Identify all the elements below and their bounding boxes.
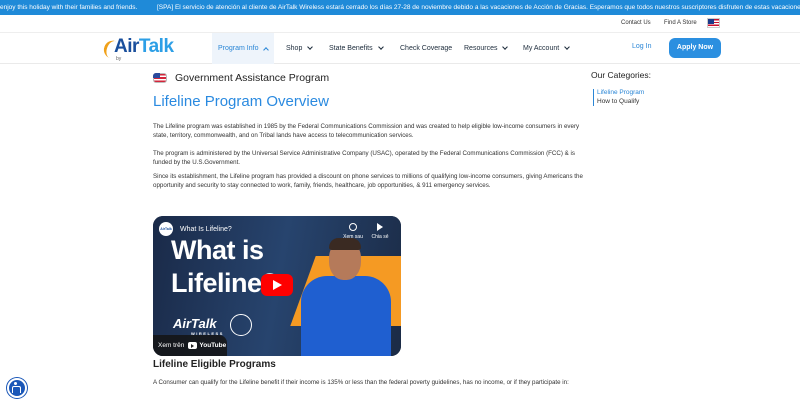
find-store-link[interactable]: Find A Store xyxy=(664,20,697,26)
clock-icon xyxy=(349,223,357,231)
channel-avatar[interactable]: AirTalk xyxy=(159,222,173,236)
airtalk-logo[interactable]: AirTalk by xyxy=(101,36,174,64)
seal-icon xyxy=(230,314,252,336)
thumbnail-text-1: What is xyxy=(171,235,264,265)
chevron-down-icon xyxy=(307,44,314,50)
chevron-down-icon xyxy=(502,44,509,50)
share-button[interactable]: Chia sẻ xyxy=(369,223,391,240)
chevron-down-icon xyxy=(564,44,571,50)
logo-wordmark: AirTalk xyxy=(114,36,174,57)
category-list: Lifeline Program How to Qualify xyxy=(593,89,644,106)
thumbnail-brand: AirTalk WIRELESS xyxy=(173,316,224,336)
paragraph-1: The Lifeline program was established in … xyxy=(153,123,580,139)
paragraph-3: Since its establishment, the Lifeline pr… xyxy=(153,173,583,189)
us-flag-icon[interactable] xyxy=(707,18,720,28)
ticker-text-1: enjoy this holiday with their families a… xyxy=(0,4,138,11)
watch-later-button[interactable]: Xem sau xyxy=(343,223,363,240)
section-label: Government Assistance Program xyxy=(153,70,329,86)
section-subtitle: Lifeline Eligible Programs xyxy=(153,359,276,370)
nav-check-coverage[interactable]: Check Coverage xyxy=(400,33,452,64)
video-title[interactable]: What Is Lifeline? xyxy=(180,226,232,233)
section-label-text: Government Assistance Program xyxy=(175,72,330,84)
nav-state-benefits[interactable]: State Benefits xyxy=(329,33,384,64)
logo-by: by xyxy=(116,56,122,62)
category-lifeline-program[interactable]: Lifeline Program xyxy=(597,89,644,98)
login-link[interactable]: Log In xyxy=(632,43,651,50)
nav-resources[interactable]: Resources xyxy=(464,33,509,64)
paragraph-2: The program is administered by the Unive… xyxy=(153,150,575,166)
nav-program-info[interactable]: Program Info xyxy=(212,33,275,64)
sidebar-title: Our Categories: xyxy=(591,70,651,80)
chevron-down-icon xyxy=(377,44,384,50)
ticker-text-2: [SPA] El servicio de atención al cliente… xyxy=(157,4,800,11)
us-flag-heart-icon xyxy=(153,71,170,85)
nav-my-account[interactable]: My Account xyxy=(523,33,571,64)
chevron-up-icon xyxy=(263,46,270,53)
apply-now-button[interactable]: Apply Now xyxy=(669,38,721,58)
share-icon xyxy=(377,223,383,231)
eligibility-paragraph: A Consumer can qualify for the Lifeline … xyxy=(153,379,569,386)
utility-bar: Contact Us Find A Store xyxy=(0,15,800,32)
announcement-ticker: enjoy this holiday with their families a… xyxy=(0,0,800,15)
play-button[interactable] xyxy=(261,274,293,296)
category-how-to-qualify[interactable]: How to Qualify xyxy=(597,98,644,107)
contact-us-link[interactable]: Contact Us xyxy=(621,20,651,26)
youtube-icon xyxy=(188,342,198,349)
nav-shop[interactable]: Shop xyxy=(286,33,314,64)
accessibility-icon[interactable] xyxy=(7,378,27,398)
categories-sidebar: Our Categories: Lifeline Program How to … xyxy=(591,70,651,106)
page-title: Lifeline Program Overview xyxy=(153,93,329,110)
video-player[interactable]: AirTalk What Is Lifeline? What is Lifeli… xyxy=(153,216,401,356)
presenter-image xyxy=(295,232,401,356)
watch-on-youtube-button[interactable]: Xem trên YouTube xyxy=(153,335,227,356)
site-header: AirTalk by Program Info Shop State Benef… xyxy=(0,32,800,64)
